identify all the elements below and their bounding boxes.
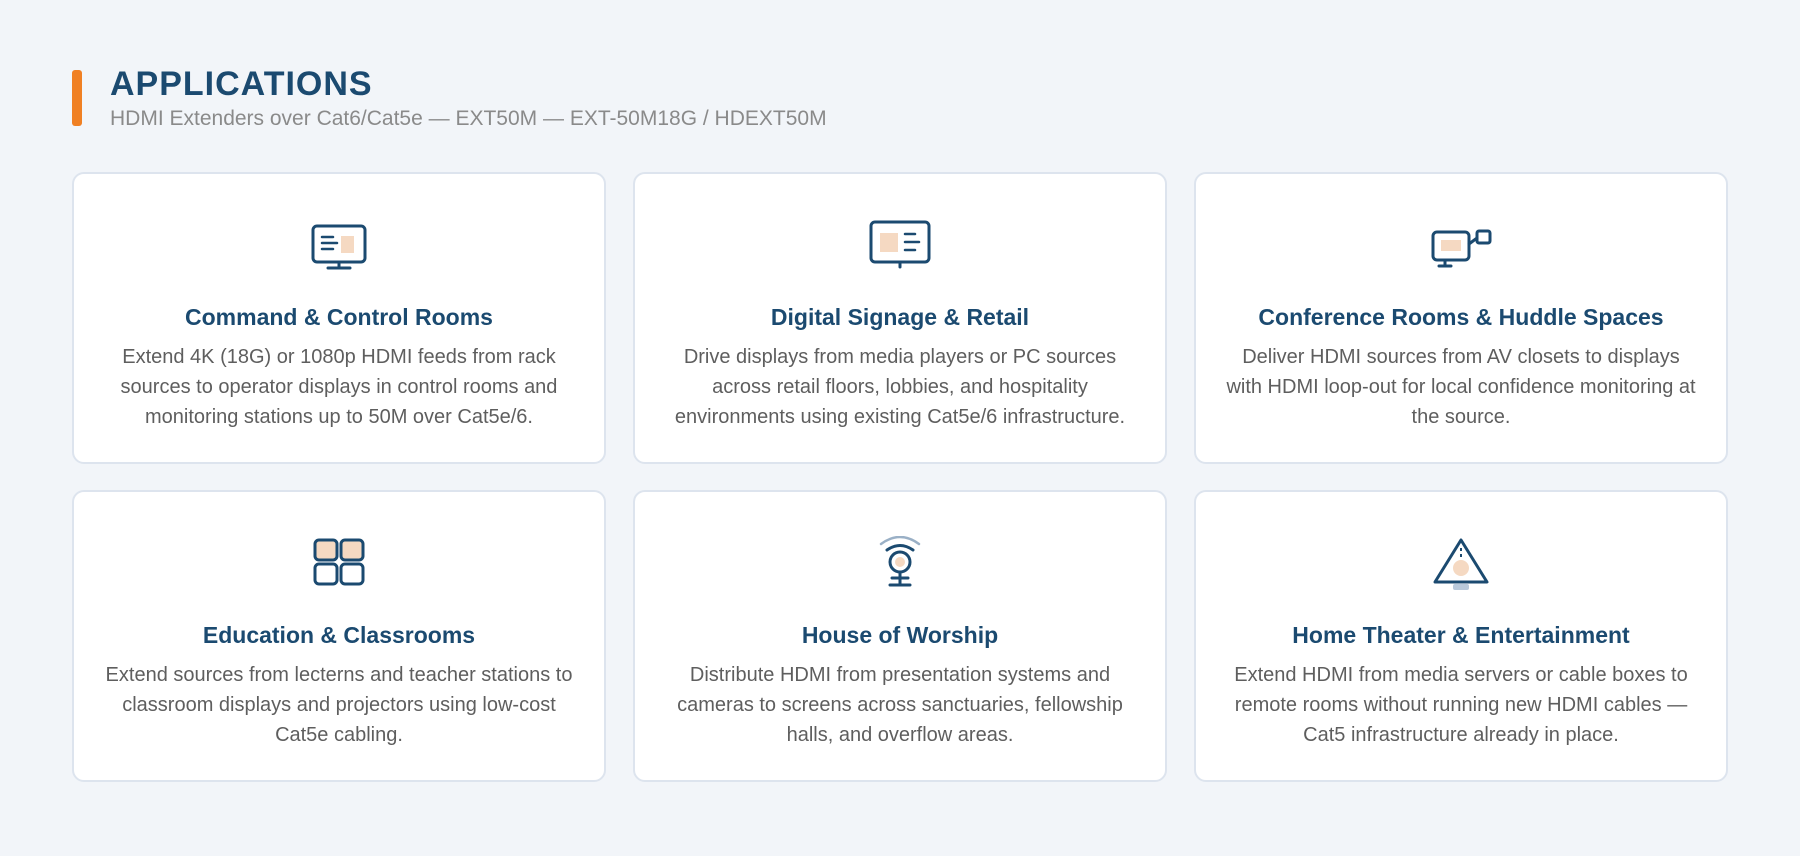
- card-title: Home Theater & Entertainment: [1292, 622, 1630, 648]
- page-subtitle: HDMI Extenders over Cat6/Cat5e — EXT50M …: [110, 107, 827, 130]
- card-title: Digital Signage & Retail: [770, 304, 1030, 330]
- application-card-digital-signage: Digital Signage & Retail Drive displays …: [633, 172, 1167, 464]
- projector-triangle-icon: [1433, 538, 1489, 590]
- card-description: Distribute HDMI from presentation system…: [677, 664, 1123, 746]
- card-description: Extend HDMI from media servers or cable …: [1234, 664, 1688, 746]
- card-description: Extend 4K (18G) or 1080p HDMI feeds from…: [120, 346, 558, 428]
- application-card-house-of-worship: House of Worship Distribute HDMI from pr…: [633, 490, 1167, 782]
- card-title: Command & Control Rooms: [185, 304, 493, 330]
- display-screen-icon: [869, 220, 931, 269]
- accent-bar: [72, 70, 82, 126]
- monitor-icon: [311, 224, 367, 270]
- applications-grid: Command & Control Rooms Extend 4K (18G) …: [72, 172, 1728, 782]
- card-title: Education & Classrooms: [202, 622, 476, 648]
- application-card-education: Education & Classrooms Extend sources fr…: [72, 490, 606, 782]
- card-description: Drive displays from media players or PC …: [674, 346, 1126, 428]
- application-card-conference-rooms: Conference Rooms & Huddle Spaces Deliver…: [1194, 172, 1728, 464]
- application-card-control-rooms: Command & Control Rooms Extend 4K (18G) …: [72, 172, 606, 464]
- broadcast-camera-icon: [879, 536, 921, 587]
- grid-icon: [313, 538, 365, 586]
- application-card-home-theater: Home Theater & Entertainment Extend HDMI…: [1194, 490, 1728, 782]
- card-title: Conference Rooms & Huddle Spaces: [1258, 304, 1664, 330]
- card-description: Deliver HDMI sources from AV closets to …: [1226, 346, 1696, 428]
- card-description: Extend sources from lecterns and teacher…: [105, 664, 573, 746]
- card-title: House of Worship: [801, 622, 999, 648]
- monitor-link-icon: [1431, 229, 1492, 268]
- page-title: APPLICATIONS: [110, 65, 373, 103]
